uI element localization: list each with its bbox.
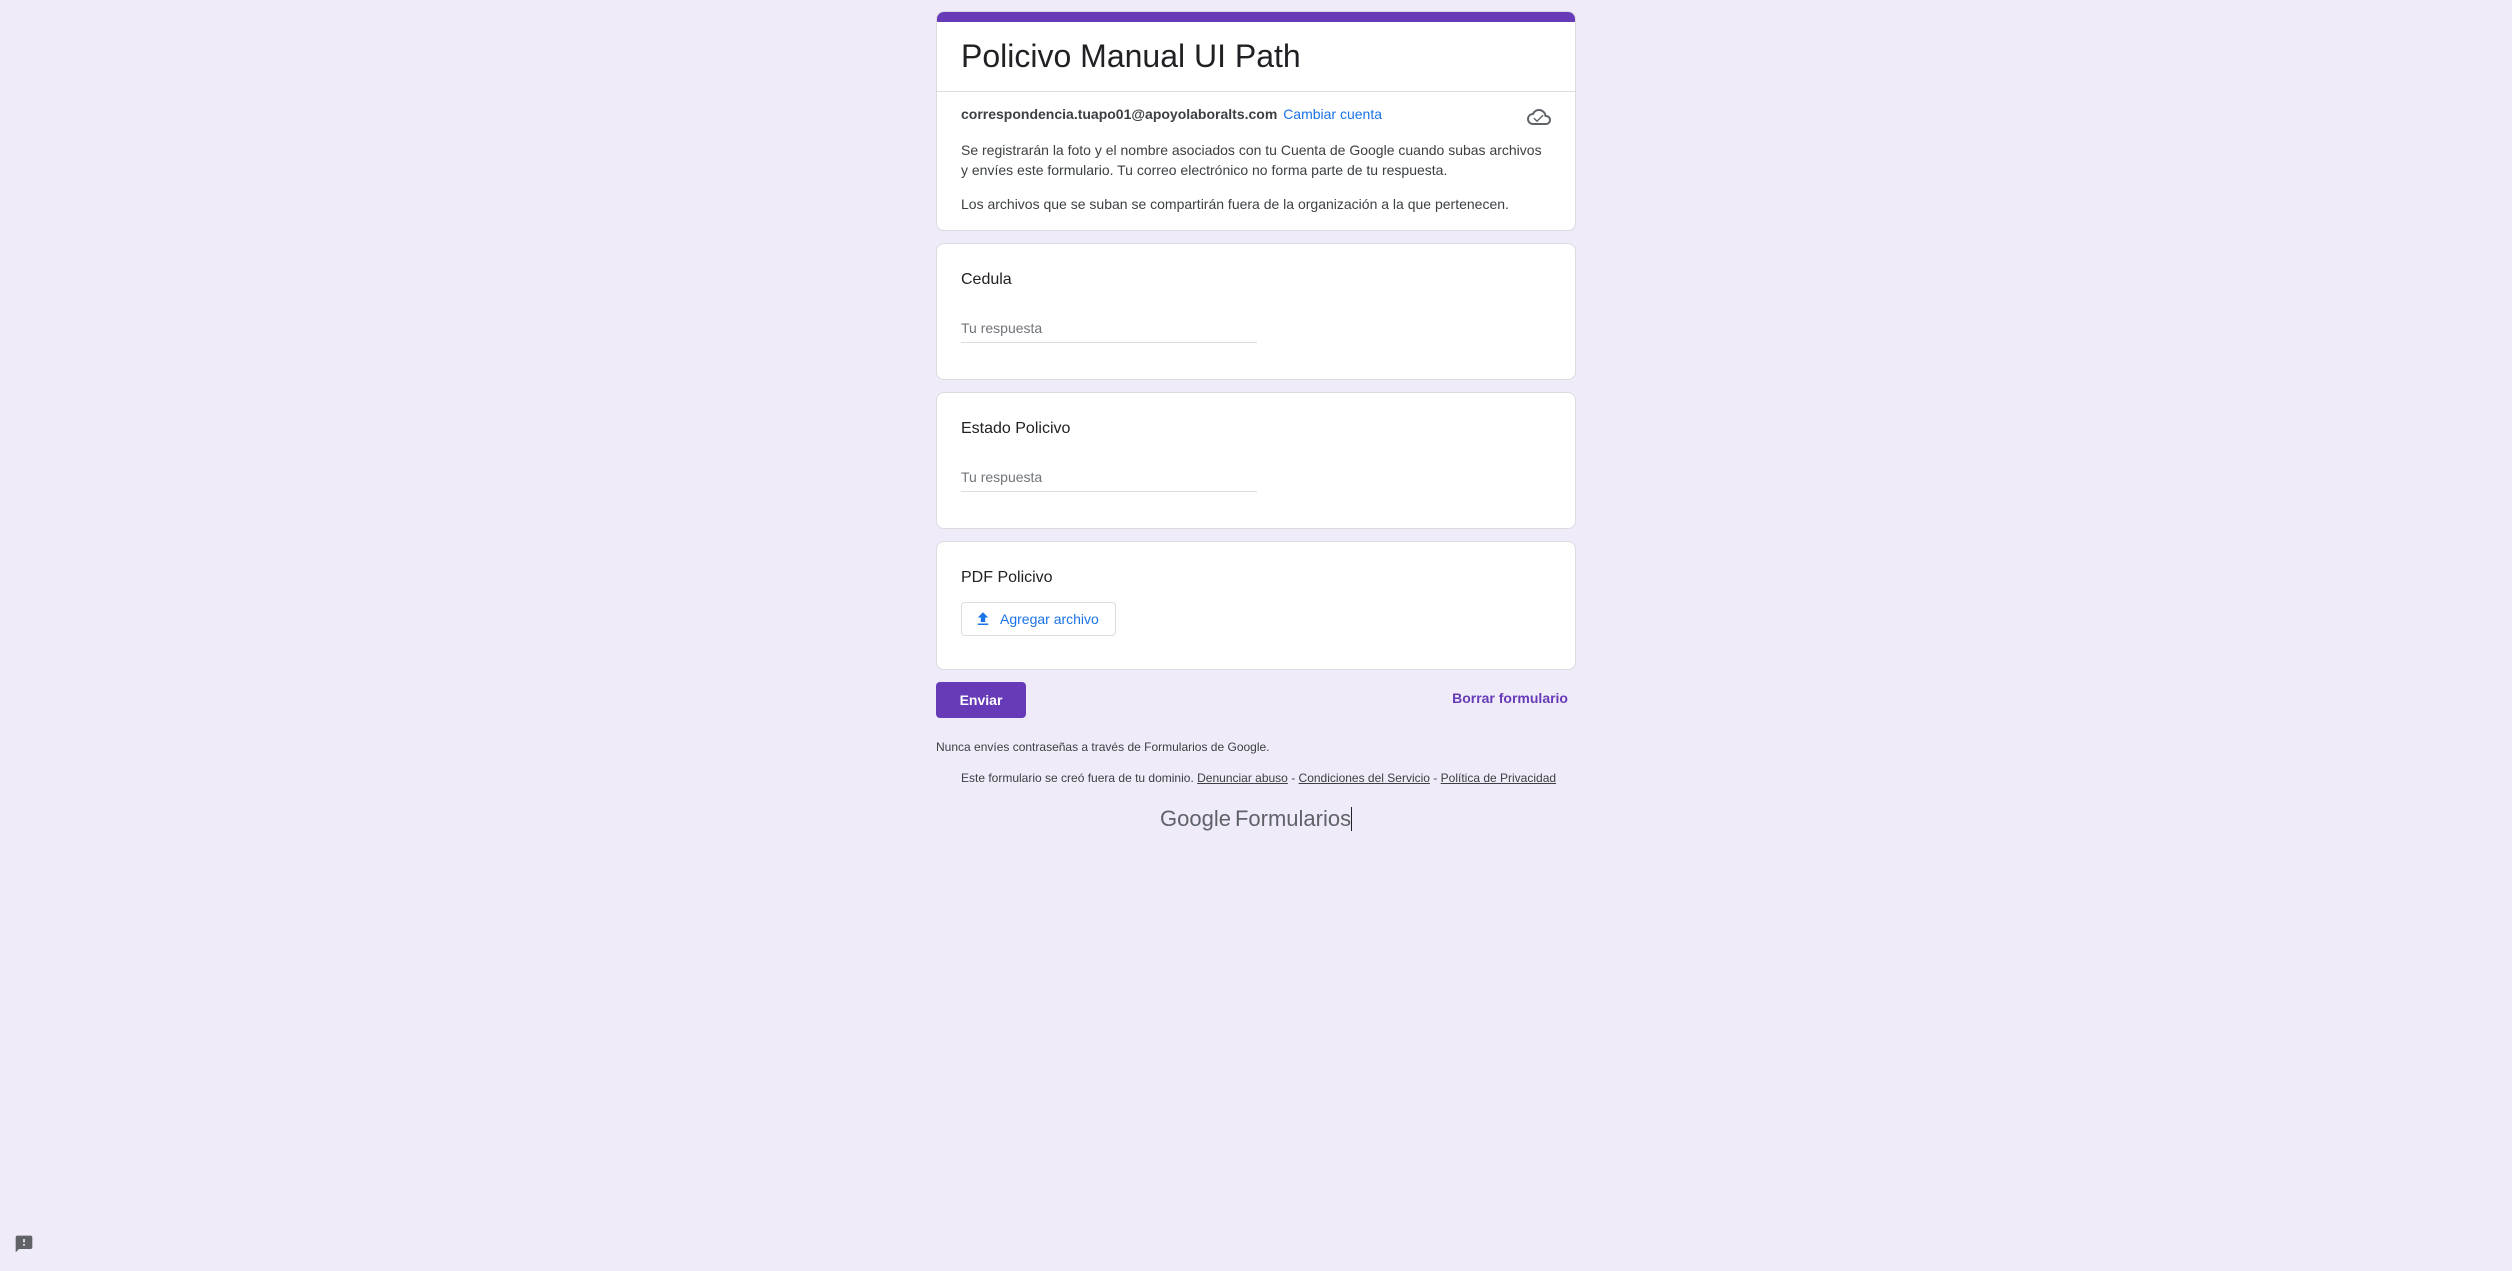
upload-icon <box>977 612 989 625</box>
add-file-button[interactable]: Agregar archivo <box>961 602 1116 636</box>
estado-policivo-input[interactable] <box>961 467 1257 491</box>
question-card-cedula: Cedula <box>936 243 1576 380</box>
answer-underline <box>961 318 1257 343</box>
form-actions: Enviar Borrar formulario <box>936 682 1576 718</box>
footer-legal: Este formulario se creó fuera de tu domi… <box>961 770 1556 786</box>
password-warning: Nunca envíes contraseñas a través de For… <box>936 740 1270 754</box>
form-header-card: Policivo Manual UI Path correspondencia.… <box>936 11 1576 231</box>
answer-underline <box>961 467 1257 492</box>
brand-forms: Formularios <box>1234 806 1352 831</box>
footer-separator: - <box>1291 771 1296 785</box>
clear-form-button[interactable]: Borrar formulario <box>1452 690 1568 706</box>
submit-button[interactable]: Enviar <box>936 682 1026 718</box>
cloud-saved-icon[interactable] <box>1527 105 1551 129</box>
domain-note: Este formulario se creó fuera de tu domi… <box>961 771 1194 785</box>
report-abuse-link[interactable]: Denunciar abuso <box>1197 771 1288 785</box>
account-row: correspondencia.tuapo01@apoyolaboralts.c… <box>961 104 1382 124</box>
google-forms-logo[interactable]: Google Formularios <box>1160 804 1353 834</box>
question-title: PDF Policivo <box>961 569 1053 586</box>
cedula-input[interactable] <box>961 318 1257 342</box>
question-card-pdf-policivo: PDF Policivo Agregar archivo <box>936 541 1576 670</box>
feedback-icon[interactable] <box>14 1234 34 1254</box>
form-title: Policivo Manual UI Path <box>961 38 1301 74</box>
page: Policivo Manual UI Path correspondencia.… <box>0 0 2512 1271</box>
form-column: Policivo Manual UI Path correspondencia.… <box>936 11 1576 718</box>
text-cursor <box>1351 807 1353 831</box>
brand-google: Google <box>1160 806 1231 831</box>
add-file-label: Agregar archivo <box>1000 611 1099 627</box>
switch-account-link[interactable]: Cambiar cuenta <box>1283 106 1382 122</box>
question-card-estado-policivo: Estado Policivo <box>936 392 1576 529</box>
question-title: Cedula <box>961 271 1012 288</box>
footer-separator: - <box>1433 771 1438 785</box>
header-divider <box>937 91 1575 92</box>
question-title: Estado Policivo <box>961 420 1071 437</box>
accent-bar <box>937 12 1575 22</box>
notice-files-shared: Los archivos que se suban se compartirán… <box>961 196 1509 212</box>
notice-photo-name: Se registrarán la foto y el nombre asoci… <box>961 142 1542 178</box>
privacy-link[interactable]: Política de Privacidad <box>1441 771 1556 785</box>
account-email: correspondencia.tuapo01@apoyolaboralts.c… <box>961 106 1278 122</box>
terms-link[interactable]: Condiciones del Servicio <box>1299 771 1430 785</box>
